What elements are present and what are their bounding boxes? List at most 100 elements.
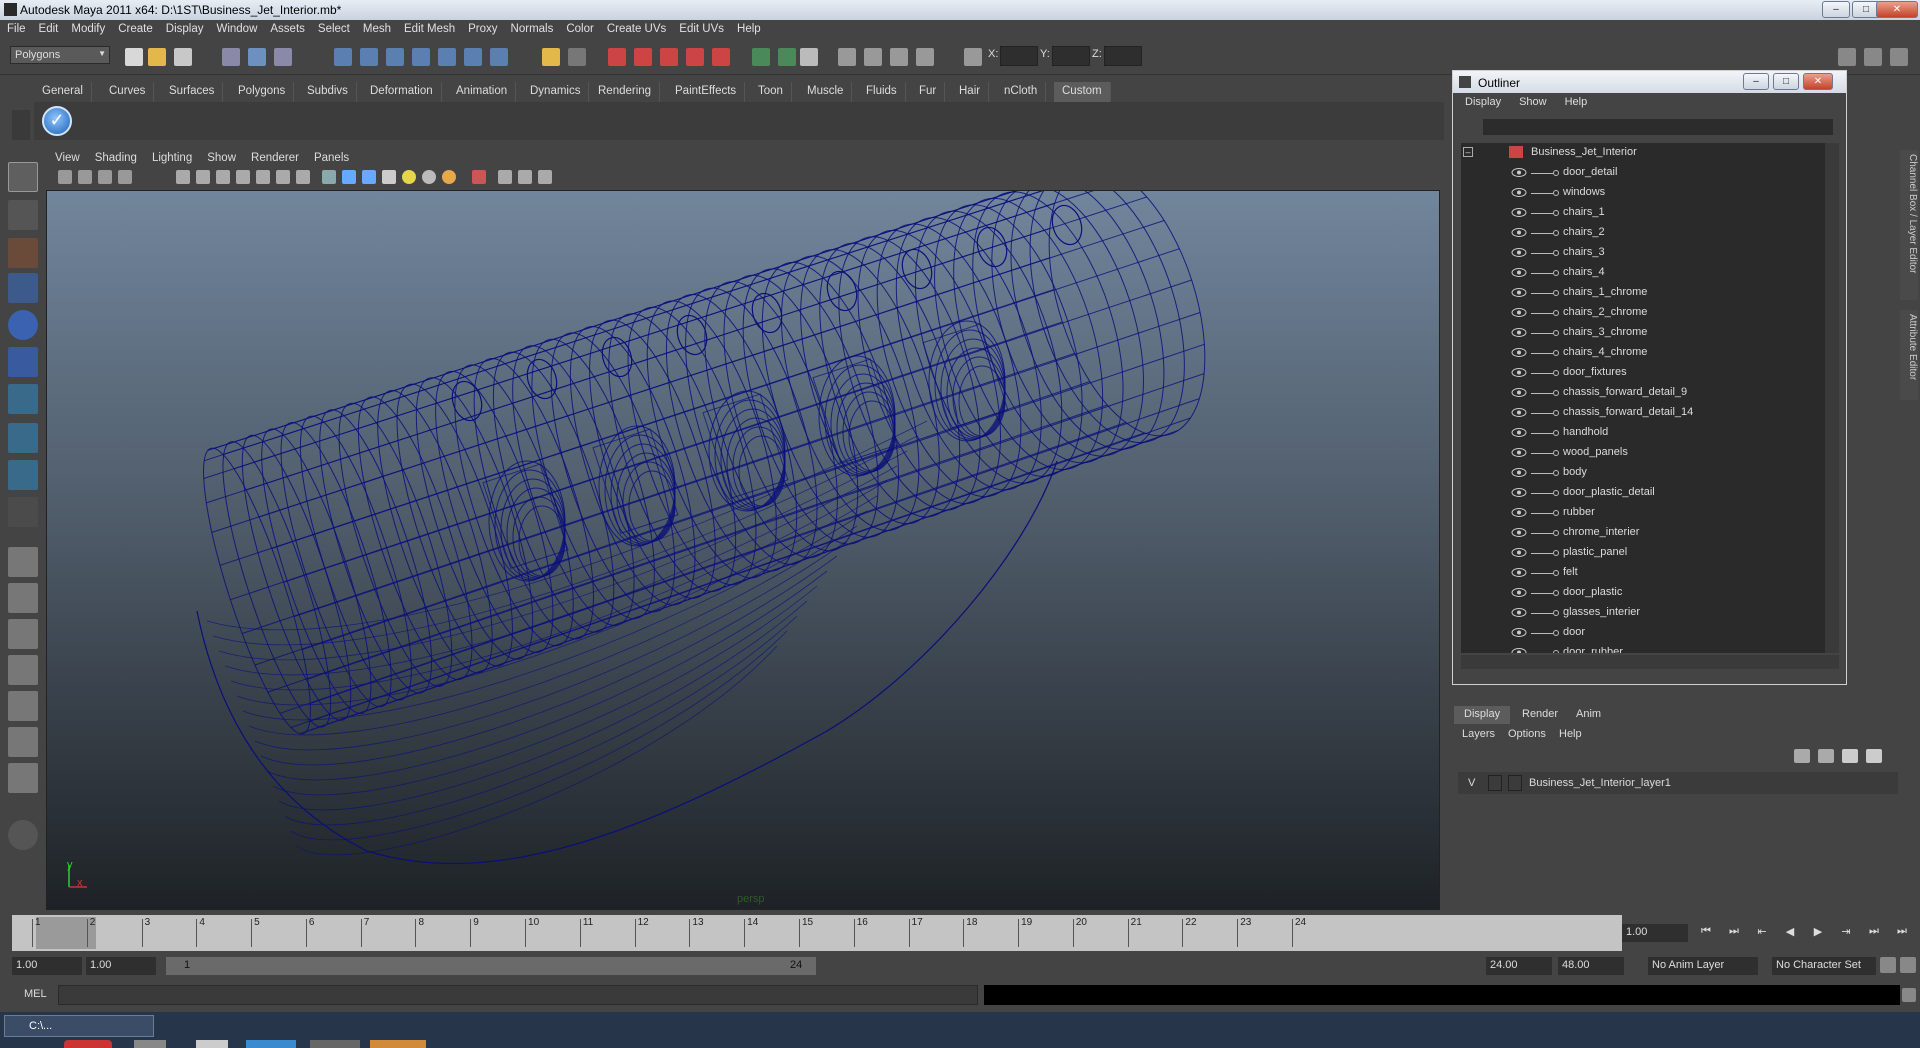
hypershade-layout-icon[interactable]	[8, 691, 38, 721]
tab-curves[interactable]: Curves	[101, 82, 155, 102]
show-manipulator-icon[interactable]	[8, 460, 38, 490]
textured-icon[interactable]	[382, 170, 396, 184]
tab-ncloth[interactable]: nCloth	[996, 82, 1047, 102]
menu-normals[interactable]: Normals	[504, 20, 560, 35]
rotate-tool-icon[interactable]	[8, 310, 38, 340]
outliner-maximize-button[interactable]: □	[1773, 73, 1799, 90]
all-lights-icon[interactable]	[422, 170, 436, 184]
outliner-item[interactable]: chairs_1	[1461, 203, 1821, 223]
outliner-menu-display[interactable]: Display	[1453, 93, 1507, 108]
taskbar-app-icon-4[interactable]	[246, 1040, 296, 1048]
magnet-icon[interactable]	[568, 48, 586, 66]
snap-surface-icon[interactable]	[438, 48, 456, 66]
outliner-item[interactable]: chairs_2	[1461, 223, 1821, 243]
outliner-item[interactable]: chrome_interier	[1461, 523, 1821, 543]
transform-mode-icon[interactable]	[964, 48, 982, 66]
layer-row[interactable]: V Business_Jet_Interior_layer1	[1458, 772, 1898, 794]
manipulator-tool-icon[interactable]	[8, 384, 38, 414]
tab-fur[interactable]: Fur	[911, 82, 946, 102]
outliner-item[interactable]: windows	[1461, 183, 1821, 203]
taskbar-item[interactable]: C:\...	[4, 1015, 154, 1037]
wireframe-on-shaded-icon[interactable]	[362, 170, 376, 184]
taskbar-app-icon-3[interactable]	[196, 1040, 228, 1048]
z-field[interactable]	[1104, 46, 1142, 66]
image-plane-icon[interactable]	[118, 170, 132, 184]
vp-menu-show[interactable]: Show	[198, 150, 242, 164]
outliner-root-row[interactable]: – Business_Jet_Interior	[1461, 143, 1821, 163]
attribute-editor-side-tab[interactable]: Attribute Editor	[1900, 310, 1918, 400]
vp-menu-view[interactable]: View	[46, 150, 86, 164]
outliner-item[interactable]: chairs_4_chrome	[1461, 343, 1821, 363]
step-forward-frame-icon[interactable]: ⇥	[1836, 925, 1856, 941]
show-attribute-editor-icon[interactable]	[838, 48, 856, 66]
layer-visibility-toggle[interactable]: V	[1468, 777, 1475, 789]
help-line-icon[interactable]	[490, 48, 508, 66]
shadows-icon[interactable]	[442, 170, 456, 184]
graph-editor-layout-icon[interactable]	[8, 727, 38, 757]
tab-muscle[interactable]: Muscle	[799, 82, 853, 102]
gate-mask-icon[interactable]	[236, 170, 250, 184]
history-icon[interactable]	[464, 48, 482, 66]
xray-components-icon[interactable]	[538, 170, 552, 184]
transform-field-icon[interactable]	[916, 48, 934, 66]
outliner-item[interactable]: door_plastic_detail	[1461, 483, 1821, 503]
tab-painteffects[interactable]: PaintEffects	[667, 82, 746, 102]
toggle-channel-box-icon[interactable]	[1838, 48, 1856, 66]
menu-assets[interactable]: Assets	[263, 20, 311, 35]
outliner-vertical-scrollbar[interactable]	[1825, 143, 1839, 653]
sidebar-toggle-icon[interactable]	[800, 48, 818, 66]
outliner-item[interactable]: chassis_forward_detail_14	[1461, 403, 1821, 423]
outliner-item[interactable]: glasses_interier	[1461, 603, 1821, 623]
menu-set-dropdown[interactable]: Polygons	[10, 46, 110, 64]
resolution-gate-icon[interactable]	[216, 170, 230, 184]
outliner-item[interactable]: door_plastic	[1461, 583, 1821, 603]
menu-create[interactable]: Create	[111, 20, 159, 35]
anim-start-field[interactable]: 1.00	[86, 957, 156, 975]
taskbar-app-icon-6[interactable]	[370, 1040, 426, 1048]
outliner-item[interactable]: door_fixtures	[1461, 363, 1821, 383]
single-perspective-layout-icon[interactable]	[8, 547, 38, 577]
layers-menu-options[interactable]: Options	[1508, 728, 1546, 740]
checkmark-shelf-icon[interactable]: ✓	[42, 106, 72, 136]
outliner-item[interactable]: body	[1461, 463, 1821, 483]
tab-deformation[interactable]: Deformation	[362, 82, 442, 102]
snap-view-plane-icon[interactable]	[412, 48, 430, 66]
play-forward-icon[interactable]: ▶	[1808, 925, 1828, 941]
collapse-icon[interactable]: –	[1463, 147, 1473, 157]
snap-curve-icon[interactable]	[360, 48, 378, 66]
move-tool-icon[interactable]	[8, 273, 38, 303]
animation-preferences-icon[interactable]	[1900, 957, 1916, 973]
x-field[interactable]	[1000, 46, 1038, 66]
snap-grid-icon[interactable]	[334, 48, 352, 66]
vp-menu-shading[interactable]: Shading	[86, 150, 143, 164]
minimize-button[interactable]: –	[1822, 1, 1850, 18]
film-gate-icon[interactable]	[196, 170, 210, 184]
menu-display[interactable]: Display	[159, 20, 210, 35]
channel-box-side-tab[interactable]: Channel Box / Layer Editor	[1900, 150, 1918, 300]
menu-create-uvs[interactable]: Create UVs	[600, 20, 672, 35]
tab-dynamics[interactable]: Dynamics	[522, 82, 590, 102]
layers-tab-render[interactable]: Render	[1512, 706, 1568, 724]
menu-select[interactable]: Select	[311, 20, 356, 35]
step-forward-key-icon[interactable]: ⏭	[1864, 925, 1884, 941]
anim-end-field[interactable]: 24.00	[1486, 957, 1552, 975]
character-set-dropdown[interactable]: No Character Set	[1772, 957, 1876, 975]
move-layer-up-icon[interactable]	[1794, 749, 1810, 763]
paint-select-tool-icon[interactable]	[8, 238, 38, 268]
outliner-item[interactable]: chairs_3_chrome	[1461, 323, 1821, 343]
outliner-close-button[interactable]: ✕	[1803, 73, 1833, 90]
xray-joints-icon[interactable]	[518, 170, 532, 184]
outliner-item[interactable]: rubber	[1461, 503, 1821, 523]
lasso-tool-icon[interactable]	[8, 200, 38, 230]
tab-toon[interactable]: Toon	[750, 82, 792, 102]
select-component-icon[interactable]	[274, 48, 292, 66]
outliner-item[interactable]: felt	[1461, 563, 1821, 583]
menu-edit-uvs[interactable]: Edit UVs	[672, 20, 730, 35]
time-slider[interactable]: 1 2 3 4 5 6 7 8 9 10 11 12 13 14 15 16 17 18 19 20 21 22 23 24	[12, 915, 1622, 951]
render-view-icon[interactable]	[712, 48, 730, 66]
render-settings-icon[interactable]	[660, 48, 678, 66]
uv-editor-layout-icon[interactable]	[8, 763, 38, 793]
tab-hair[interactable]: Hair	[951, 82, 990, 102]
perspective-viewport[interactable]: persp y x	[46, 190, 1440, 910]
close-button[interactable]: ✕	[1876, 1, 1918, 18]
